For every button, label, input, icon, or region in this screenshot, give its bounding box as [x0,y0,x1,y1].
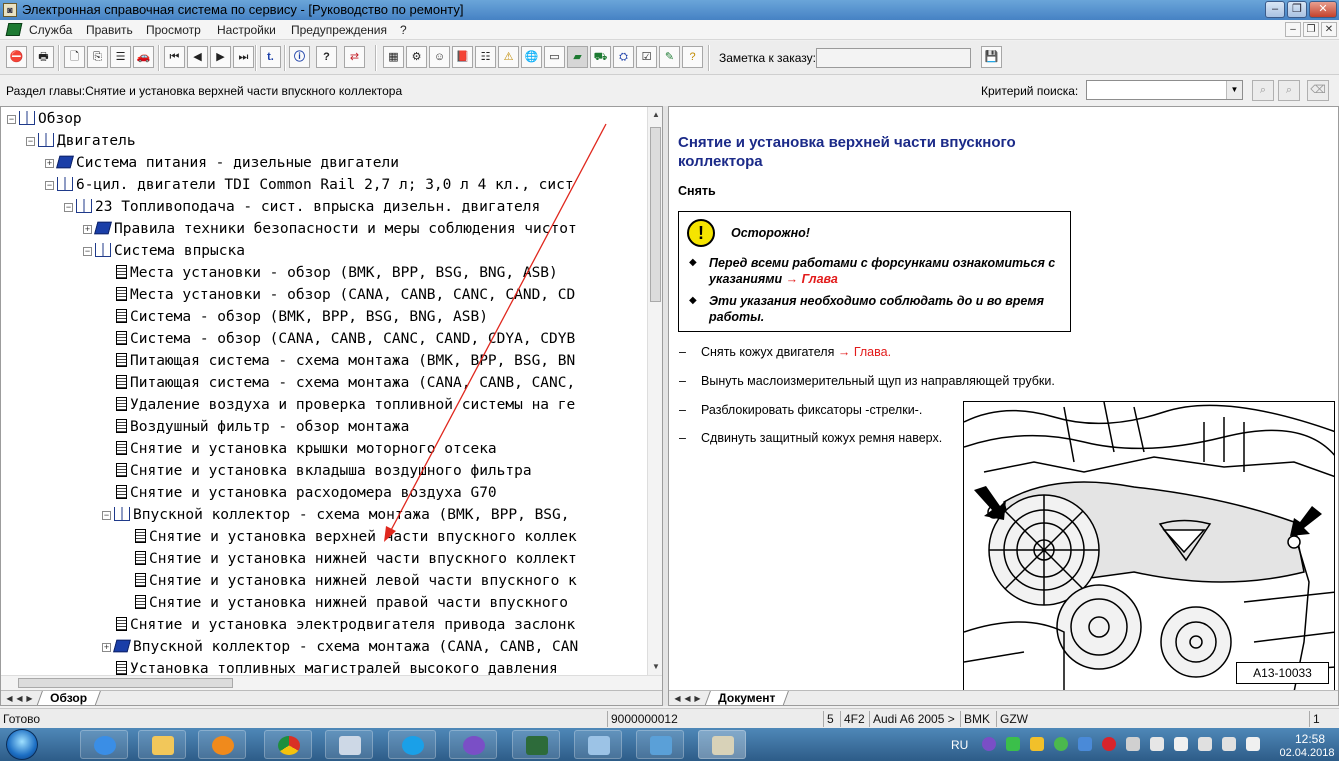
viber-task[interactable] [449,730,497,759]
status-field-1: 5 [823,711,834,727]
photo-viewer-task[interactable] [636,730,684,759]
monitor-app-icon [526,736,548,755]
battery-tray-icon[interactable] [1222,737,1236,751]
clock-time[interactable]: 12:58 [1286,732,1334,746]
status-ready: Готово [3,712,41,726]
status-model: Audi A6 2005 > [869,711,955,727]
status-engine-code: BMK [960,711,990,727]
monitor-app-task[interactable] [512,730,560,759]
check-tray-icon[interactable] [1006,737,1020,751]
language-indicator[interactable]: RU [951,738,968,752]
control-panel-task[interactable] [574,730,622,759]
volume-tray-icon[interactable] [1246,737,1260,751]
chrome-task[interactable] [264,730,312,759]
adobe-tray-icon[interactable] [1102,737,1116,751]
annotation-arrow-line [388,123,607,535]
status-bar: Готово 9000000012 5 4F2 Audi A6 2005 > B… [0,708,1339,728]
annotation-arrow-head [384,526,396,542]
skype-task[interactable] [388,730,436,759]
flag-tray-icon[interactable] [1174,737,1188,751]
skype-icon [402,736,424,755]
monitor-tray-icon[interactable] [1126,737,1140,751]
photo-viewer-icon [650,736,672,755]
internet-explorer-task[interactable] [80,730,128,759]
bluetooth-tray-icon[interactable] [1078,737,1092,751]
viber-tray-icon[interactable] [982,737,996,751]
internet-explorer-icon [94,736,116,755]
elsa-task[interactable] [698,730,746,759]
media-player-icon [212,736,234,755]
keyboard-task[interactable] [325,730,373,759]
status-gearbox-code: GZW [996,711,1028,727]
folder-icon [152,736,174,755]
annotation-arrow-overlay [384,123,607,542]
phone-tray-icon[interactable] [1150,737,1164,751]
clock-date[interactable]: 02.04.2018 [1276,747,1338,759]
media-player-task[interactable] [198,730,246,759]
elsa-icon [712,736,734,755]
status-page: 1 [1309,711,1320,727]
shield-tray-icon[interactable] [1054,737,1068,751]
explorer-task[interactable] [138,730,186,759]
windows-taskbar: RU 12:58 02.04.2018 [0,728,1339,761]
upload-tray-icon[interactable] [1030,737,1044,751]
chrome-icon [278,736,300,755]
network-tray-icon[interactable] [1198,737,1212,751]
start-button[interactable] [6,729,38,760]
status-field-2: 4F2 [840,711,865,727]
keyboard-icon [339,736,361,755]
viber-icon [463,736,485,755]
status-order-number: 9000000012 [607,711,678,727]
control-panel-icon [588,736,610,755]
